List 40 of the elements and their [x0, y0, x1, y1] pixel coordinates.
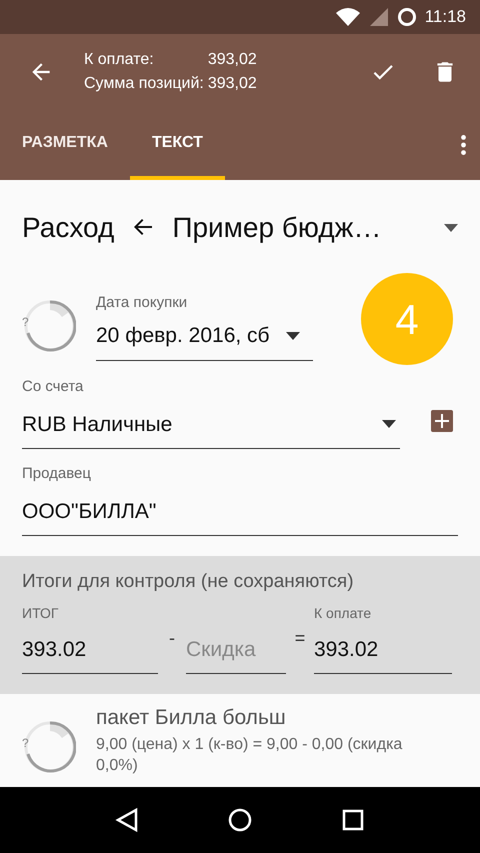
field-label: К оплате: [314, 604, 372, 622]
summary-value: 393,02: [208, 74, 257, 94]
plus-icon: [430, 408, 454, 433]
dropdown-caret-icon: [444, 224, 458, 232]
budget-name[interactable]: Пример бюдж…: [172, 207, 444, 249]
dropdown-caret-icon: [286, 332, 300, 340]
summary-label: Сумма позиций:: [84, 74, 204, 94]
summary-label: К оплате:: [84, 50, 155, 70]
wifi-icon: [334, 7, 361, 27]
tab[interactable]: РАЗМЕТКА: [0, 110, 130, 180]
operator-sign: -: [168, 627, 176, 650]
date-dropdown[interactable]: 20 февр. 2016, сб: [96, 318, 313, 360]
operator-sign: =: [294, 627, 306, 650]
ring-mark: ?: [22, 736, 29, 748]
field-label: Дата покупки: [96, 292, 188, 312]
clock: 11:18: [424, 6, 466, 28]
sync-ring-icon: [396, 7, 417, 27]
amount-field[interactable]: 393.02: [314, 632, 452, 674]
amount-field[interactable]: 393.02: [22, 632, 158, 674]
account-dropdown[interactable]: RUB Наличные: [22, 406, 400, 449]
cell-signal-icon: [368, 7, 389, 27]
progress-ring-icon: [22, 299, 76, 353]
dropdown-caret-icon: [382, 420, 396, 428]
summary-value: 393,02: [208, 50, 257, 70]
progress-ring-icon: [22, 720, 76, 774]
transaction-type[interactable]: Расход: [22, 207, 114, 249]
item-name: пакет Билла больш: [96, 705, 287, 731]
ring-mark: ?: [22, 316, 29, 328]
field-label: ИТОГ: [22, 604, 60, 622]
number-badge: 4: [361, 273, 453, 365]
field-label: Продавец: [22, 464, 92, 484]
square-recents-icon: [340, 807, 366, 833]
more-vertical-icon: [461, 135, 466, 155]
field-label: Со счета: [22, 377, 84, 397]
circle-home-icon: [226, 807, 253, 833]
section-title: Итоги для контроля (не сохраняются): [22, 570, 355, 594]
triangle-back-icon: [114, 807, 140, 833]
seller-field[interactable]: ООО"БИЛЛА": [22, 494, 458, 536]
tab[interactable]: ТЕКСТ: [130, 110, 225, 180]
item-details: 9,00 (цена) x 1 (к-во) = 9,00 - 0,00 (скидка 0,0%): [96, 734, 404, 776]
